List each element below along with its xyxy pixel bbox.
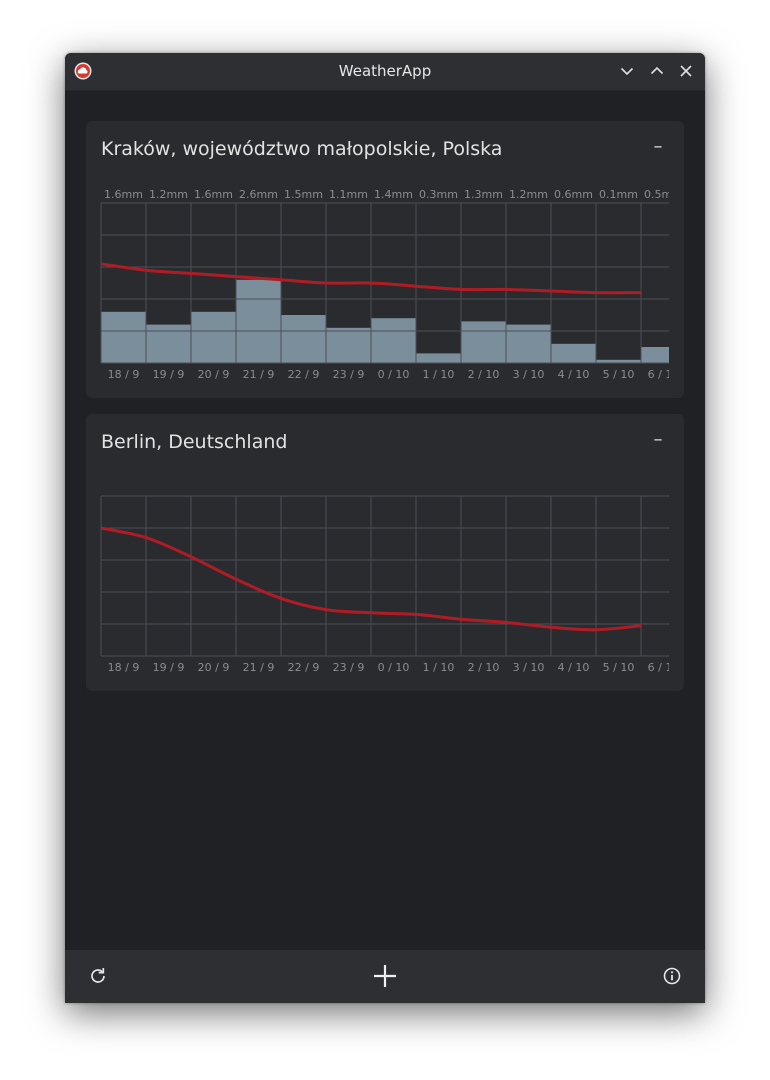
precipitation-bar (236, 279, 281, 363)
title-bar: WeatherApp (65, 53, 705, 91)
x-tick-label: 18 / 9 (108, 368, 140, 381)
info-icon[interactable] (661, 965, 683, 987)
x-tick-label: 5 / 10 (603, 661, 635, 674)
bottom-toolbar (65, 950, 705, 1003)
precipitation-temperature-chart: 1.6mm 1.2mm 1.6mm 2.6mm 1.5mm 1.1mm 1.4mm 0.3mm… (100, 188, 683, 381)
x-tick-label: 21 / 9 (243, 368, 275, 381)
precipitation-bar (191, 311, 236, 363)
x-tick-label: 22 / 9 (288, 661, 320, 674)
precipitation-bar (146, 324, 191, 363)
x-tick-label: 20 / 9 (198, 661, 230, 674)
x-tick-label: 0 / 10 (378, 661, 410, 674)
minimize-icon[interactable] (618, 62, 636, 80)
x-tick-label: 18 / 9 (108, 661, 140, 674)
bar-data-label: 1.4mm (374, 188, 413, 201)
x-tick-label: 4 / 10 (558, 368, 590, 381)
bar-data-label: 0.3mm (419, 188, 458, 201)
x-tick-label: 20 / 9 (198, 368, 230, 381)
x-tick-label: 2 / 10 (468, 661, 500, 674)
x-tick-label: 4 / 10 (558, 661, 590, 674)
maximize-icon[interactable] (648, 62, 666, 80)
bar-data-label: 1.2mm (509, 188, 548, 201)
bar-data-label: 0.6mm (554, 188, 593, 201)
x-tick-label: 19 / 9 (153, 661, 185, 674)
x-tick-label: 22 / 9 (288, 368, 320, 381)
window-title: WeatherApp (338, 62, 432, 80)
x-tick-label: 23 / 9 (333, 368, 365, 381)
precipitation-bar (371, 318, 416, 363)
weather-card-berlin: Berlin, Deutschland – 18 / 9 19 / 9 20 / 9… (86, 414, 684, 691)
x-tick-label: 6 / 10 (648, 661, 680, 674)
precipitation-bar (641, 347, 669, 363)
x-tick-label: 1 / 10 (423, 368, 455, 381)
precipitation-bar (416, 353, 461, 363)
bar-data-label: 1.2mm (149, 188, 188, 201)
x-tick-label: 0 / 10 (378, 368, 410, 381)
x-tick-label: 23 / 9 (333, 661, 365, 674)
bar-data-label: 0.5mm (644, 188, 683, 201)
close-icon[interactable] (677, 62, 695, 80)
precipitation-bar (551, 343, 596, 363)
x-tick-label: 5 / 10 (603, 368, 635, 381)
bar-data-label: 0.1mm (599, 188, 638, 201)
x-tick-label: 1 / 10 (423, 661, 455, 674)
precipitation-bar (506, 324, 551, 363)
x-tick-label: 21 / 9 (243, 661, 275, 674)
precipitation-bar (326, 327, 371, 363)
bar-data-label: 1.1mm (329, 188, 368, 201)
bar-data-label: 2.6mm (239, 188, 278, 201)
precipitation-bar (461, 321, 506, 363)
bar-data-label: 1.5mm (284, 188, 323, 201)
bar-data-label: 1.6mm (194, 188, 233, 201)
bar-data-label: 1.6mm (104, 188, 143, 201)
temperature-chart: 18 / 9 19 / 9 20 / 9 21 / 9 22 / 9 23 / 9 0 / … (100, 495, 680, 674)
x-tick-label: 3 / 10 (513, 661, 545, 674)
add-icon[interactable] (371, 962, 399, 990)
weather-card-krakow: Kraków, województwo małopolskie, Polska … (86, 121, 684, 398)
precipitation-bar (101, 311, 146, 363)
x-tick-label: 2 / 10 (468, 368, 500, 381)
app-window: WeatherApp Kraków, województwo małopolsk… (65, 53, 705, 1003)
x-tick-label: 3 / 10 (513, 368, 545, 381)
refresh-icon[interactable] (87, 965, 109, 987)
bar-data-label: 1.3mm (464, 188, 503, 201)
x-tick-label: 19 / 9 (153, 368, 185, 381)
x-tick-label: 6 / 10 (648, 368, 680, 381)
precipitation-bar (281, 315, 326, 363)
